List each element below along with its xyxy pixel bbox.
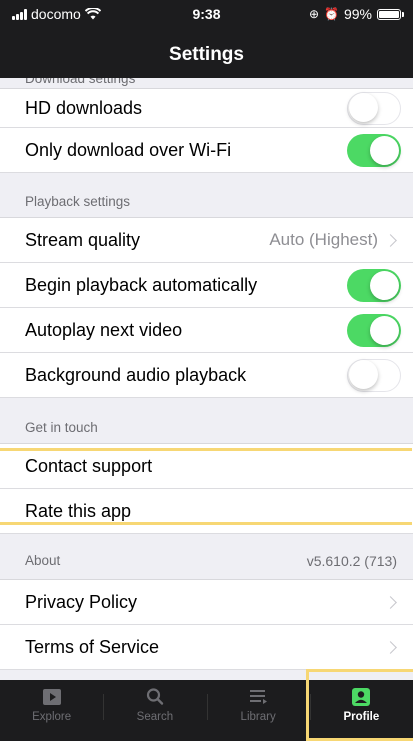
play-icon	[42, 689, 61, 705]
row-label: Privacy Policy	[25, 591, 138, 612]
row-label: Background audio playback	[25, 364, 247, 385]
settings-screen: docomo 9:38 ⊕ ⏰ 99% Settings Download se…	[0, 0, 413, 741]
stream-quality-value: Auto (Highest)	[269, 230, 401, 250]
row-privacy-policy[interactable]: Privacy Policy	[0, 580, 413, 625]
section-title: Get in touch	[25, 420, 98, 435]
tab-label: Search	[136, 711, 174, 723]
row-label: Only download over Wi-Fi	[25, 139, 232, 160]
tab-library[interactable]: Library	[206, 680, 310, 741]
row-wifi-only[interactable]: Only download over Wi-Fi	[0, 128, 413, 173]
section-header-contact: Get in touch	[0, 398, 413, 444]
row-label: Stream quality	[25, 229, 141, 250]
row-label: Rate this app	[25, 500, 132, 521]
alarm-icon: ⏰	[324, 7, 339, 21]
battery-percent: 99%	[343, 6, 372, 22]
row-hd-downloads[interactable]: HD downloads	[0, 89, 413, 128]
status-bar: docomo 9:38 ⊕ ⏰ 99%	[0, 0, 413, 26]
section-title: About	[25, 553, 61, 568]
row-label: Terms of Service	[25, 636, 160, 657]
row-stream-quality[interactable]: Stream quality Auto (Highest)	[0, 218, 413, 263]
autoplay-next-toggle[interactable]	[347, 313, 401, 347]
tab-explore[interactable]: Explore	[0, 680, 103, 741]
tab-label: Profile	[343, 711, 380, 723]
row-background-audio[interactable]: Background audio playback	[0, 353, 413, 398]
app-version: v5.610.2 (713)	[306, 552, 397, 569]
begin-playback-toggle[interactable]	[347, 268, 401, 302]
library-icon	[250, 690, 268, 704]
rotation-lock-icon: ⊕	[308, 7, 320, 21]
row-terms-of-service[interactable]: Terms of Service	[0, 625, 413, 670]
chevron-right-icon	[384, 640, 397, 654]
page-title: Settings	[169, 44, 244, 65]
wifi-only-toggle[interactable]	[347, 133, 401, 167]
chevron-right-icon	[384, 233, 397, 247]
tab-label: Library	[240, 711, 276, 723]
settings-list[interactable]: Download settings HD downloads Only down…	[0, 78, 413, 680]
section-title: Playback settings	[25, 193, 131, 209]
row-rate-app[interactable]: Rate this app	[0, 489, 413, 534]
row-label: HD downloads	[25, 97, 143, 118]
row-autoplay-next[interactable]: Autoplay next video	[0, 308, 413, 353]
hd-downloads-toggle[interactable]	[347, 91, 401, 125]
tab-profile[interactable]: Profile	[309, 680, 413, 741]
profile-icon	[352, 688, 371, 706]
section-header-download: Download settings	[0, 78, 413, 89]
tab-search[interactable]: Search	[103, 680, 206, 741]
background-audio-toggle[interactable]	[347, 358, 401, 392]
top-bar: docomo 9:38 ⊕ ⏰ 99% Settings	[0, 0, 413, 78]
status-right: ⊕ ⏰ 99%	[308, 6, 404, 22]
section-title: Download settings	[25, 78, 136, 86]
row-label: Autoplay next video	[25, 319, 183, 340]
section-header-about: About v5.610.2 (713)	[0, 534, 413, 580]
tab-label: Explore	[32, 711, 72, 723]
chevron-right-icon	[384, 595, 397, 609]
row-label: Contact support	[25, 455, 153, 476]
battery-icon	[377, 8, 404, 20]
search-icon	[146, 688, 164, 705]
tab-bar: Explore Search Library Profile	[0, 680, 413, 741]
row-label: Begin playback automatically	[25, 274, 258, 295]
row-begin-playback[interactable]: Begin playback automatically	[0, 263, 413, 308]
section-header-playback: Playback settings	[0, 173, 413, 218]
row-contact-support[interactable]: Contact support	[0, 444, 413, 489]
